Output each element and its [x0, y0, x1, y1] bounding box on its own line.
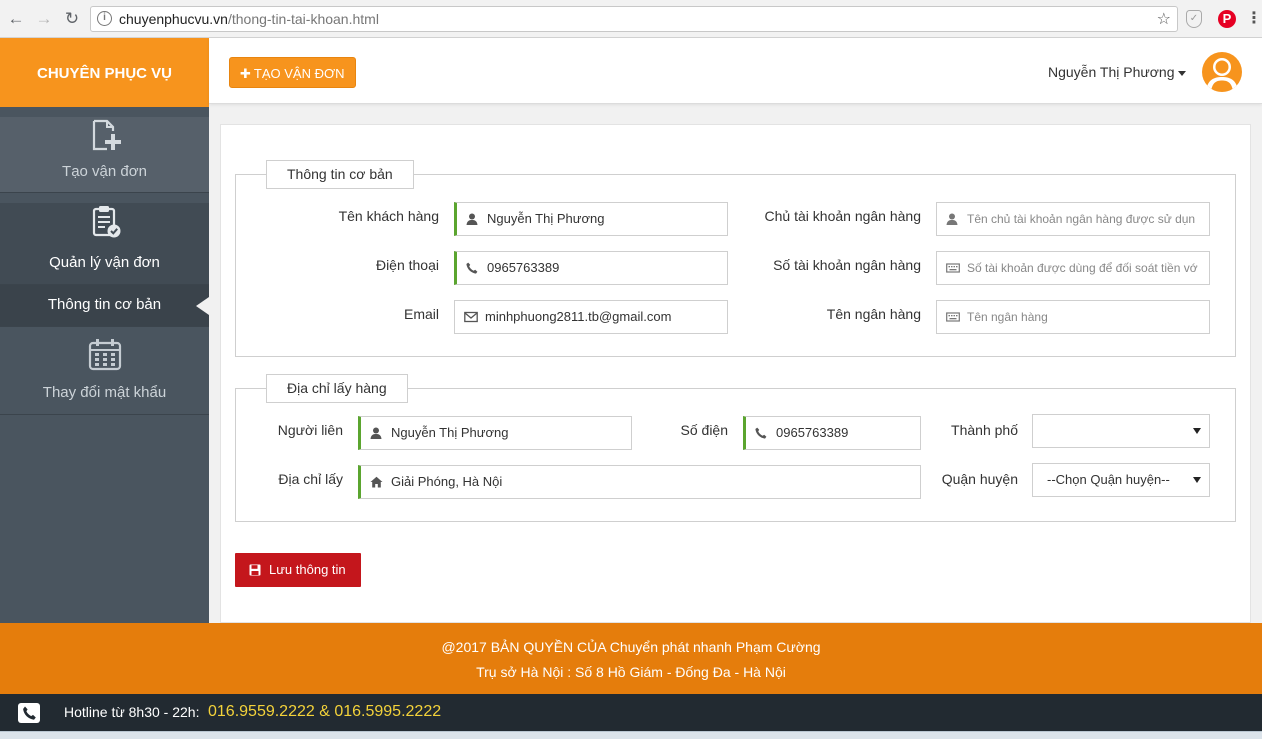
customer-name-label: Tên khách hàng: [338, 208, 439, 224]
pickup-phone-field[interactable]: 0965763389: [743, 416, 921, 450]
sidebar-item-label: Quản lý vận đơn: [49, 254, 160, 271]
forward-arrow-icon[interactable]: →: [34, 9, 54, 29]
user-icon: [370, 417, 384, 449]
save-label: Lưu thông tin: [269, 562, 346, 577]
os-taskbar: [0, 731, 1262, 739]
caret-down-icon: [1178, 70, 1187, 76]
reload-icon[interactable]: ↻: [62, 9, 82, 29]
save-button[interactable]: Lưu thông tin: [235, 553, 361, 587]
back-arrow-icon[interactable]: ←: [6, 9, 26, 29]
pickup-address-legend: Địa chỉ lấy hàng: [266, 374, 408, 403]
bank-owner-input[interactable]: Tên chủ tài khoản ngân hàng được sử dụn: [936, 202, 1210, 236]
address-bar[interactable]: i chuyenphucvu.vn/thong-tin-tai-khoan.ht…: [90, 6, 1178, 32]
pickup-address-label: Địa chỉ lấy: [278, 471, 343, 487]
contact-person-field[interactable]: Nguyễn Thị Phương: [358, 416, 632, 450]
hotline-bar: Hotline từ 8h30 - 22h: 016.9559.2222 & 0…: [0, 694, 1262, 731]
office-address-text: Trụ sở Hà Nội : Số 8 Hồ Giám - Đống Đa -…: [476, 664, 786, 680]
keyboard-icon: [946, 252, 960, 284]
shield-extension-icon[interactable]: ✓: [1186, 10, 1202, 28]
sidebar-item-change-password[interactable]: Thay đổi mật khẩu: [0, 337, 209, 415]
contact-person-label: Người liên: [277, 422, 343, 438]
calendar-icon: [88, 339, 121, 371]
phone-label: Điện thoại: [375, 257, 439, 273]
plus-icon: ✚: [240, 66, 251, 81]
phone-icon: [466, 252, 480, 284]
pinterest-extension-icon[interactable]: P: [1218, 10, 1236, 28]
bank-owner-label: Chủ tài khoản ngân hàng: [764, 208, 921, 224]
hotline-label: Hotline từ 8h30 - 22h:: [64, 704, 200, 720]
footer: @2017 BẢN QUYỀN CỦA Chuyển phát nhanh Ph…: [0, 623, 1262, 694]
user-icon: [466, 203, 480, 235]
sidebar-item-manage-orders[interactable]: Quản lý vận đơn: [0, 203, 209, 285]
user-icon: [946, 203, 960, 235]
district-label: Quận huyện: [941, 471, 1018, 487]
bank-name-input[interactable]: Tên ngân hàng: [936, 300, 1210, 334]
email-field[interactable]: minhphuong2811.tb@gmail.com: [454, 300, 728, 334]
browser-toolbar: ← → ↻ i chuyenphucvu.vn/thong-tin-tai-kh…: [0, 0, 1262, 38]
url-domain: chuyenphucvu.vn: [119, 11, 228, 27]
pickup-phone-value: 0965763389: [776, 425, 849, 440]
phone-icon: [755, 417, 769, 449]
bank-owner-placeholder: Tên chủ tài khoản ngân hàng được sử dụn: [967, 212, 1196, 226]
city-label: Thành phố: [951, 422, 1018, 438]
city-select[interactable]: [1032, 414, 1210, 448]
avatar[interactable]: [1202, 52, 1242, 92]
top-header: ✚ TẠO VẬN ĐƠN Nguyễn Thị Phương: [209, 38, 1262, 104]
pickup-phone-label: Số điện: [680, 422, 728, 438]
sidebar-item-create-order[interactable]: Tạo vận đơn: [0, 117, 209, 193]
hotline-numbers[interactable]: 016.9559.2222 & 016.5995.2222: [208, 703, 441, 721]
sidebar-item-label: Thông tin cơ bản: [47, 296, 162, 313]
email-label: Email: [403, 306, 439, 322]
pickup-address-field[interactable]: Giải Phóng, Hà Nội: [358, 465, 921, 499]
file-plus-icon: [92, 119, 121, 151]
url-path: /thong-tin-tai-khoan.html: [227, 11, 379, 27]
user-menu[interactable]: Nguyễn Thị Phương: [1048, 64, 1187, 80]
dropdown-arrow-icon: [1193, 477, 1201, 483]
basic-info-legend: Thông tin cơ bản: [266, 160, 414, 189]
home-icon: [370, 466, 384, 498]
bank-number-placeholder: Số tài khoản được dùng để đối soát tiền …: [967, 261, 1198, 275]
bank-number-label: Số tài khoản ngân hàng: [773, 257, 921, 273]
info-icon[interactable]: i: [97, 11, 112, 26]
sidebar-item-label: Tạo vận đơn: [62, 163, 147, 180]
copyright-text: @2017 BẢN QUYỀN CỦA Chuyển phát nhanh Ph…: [441, 639, 821, 655]
create-order-label: TẠO VẬN ĐƠN: [253, 66, 345, 81]
clipboard-check-icon: [92, 206, 120, 238]
sidebar: CHUYÊN PHỤC VỤ Tạo vận đơn Quản lý vận đ…: [0, 38, 209, 623]
brand-logo[interactable]: CHUYÊN PHỤC VỤ: [0, 38, 209, 107]
url-text: chuyenphucvu.vn/thong-tin-tai-khoan.html: [119, 11, 379, 27]
contact-person-value: Nguyễn Thị Phương: [391, 425, 509, 440]
dropdown-arrow-icon: [1193, 428, 1201, 434]
envelope-icon: [464, 301, 478, 333]
pickup-address-value: Giải Phóng, Hà Nội: [391, 474, 503, 489]
keyboard-icon: [946, 301, 960, 333]
create-order-button[interactable]: ✚ TẠO VẬN ĐƠN: [229, 57, 356, 88]
sidebar-item-label: Thay đổi mật khẩu: [42, 384, 167, 401]
district-selected-value: --Chọn Quận huyện--: [1047, 472, 1170, 487]
bank-name-placeholder: Tên ngân hàng: [967, 310, 1048, 324]
district-select[interactable]: --Chọn Quận huyện--: [1032, 463, 1210, 497]
bookmark-star-icon[interactable]: ☆: [1157, 9, 1171, 29]
user-name: Nguyễn Thị Phương: [1048, 64, 1175, 80]
pickup-address-section: [235, 388, 1236, 522]
phone-icon: [18, 703, 40, 723]
bank-number-input[interactable]: Số tài khoản được dùng để đối soát tiền …: [936, 251, 1210, 285]
sidebar-item-basic-info[interactable]: Thông tin cơ bản: [0, 285, 209, 327]
email-value: minhphuong2811.tb@gmail.com: [485, 309, 672, 324]
bank-name-label: Tên ngân hàng: [826, 306, 921, 322]
floppy-disk-icon: [249, 564, 261, 576]
browser-menu-icon[interactable]: ⋮: [1244, 9, 1262, 29]
customer-name-value: Nguyễn Thị Phương: [487, 211, 605, 226]
user-silhouette-icon: [1206, 58, 1238, 92]
phone-field[interactable]: 0965763389: [454, 251, 728, 285]
phone-value: 0965763389: [487, 260, 560, 275]
customer-name-field[interactable]: Nguyễn Thị Phương: [454, 202, 728, 236]
